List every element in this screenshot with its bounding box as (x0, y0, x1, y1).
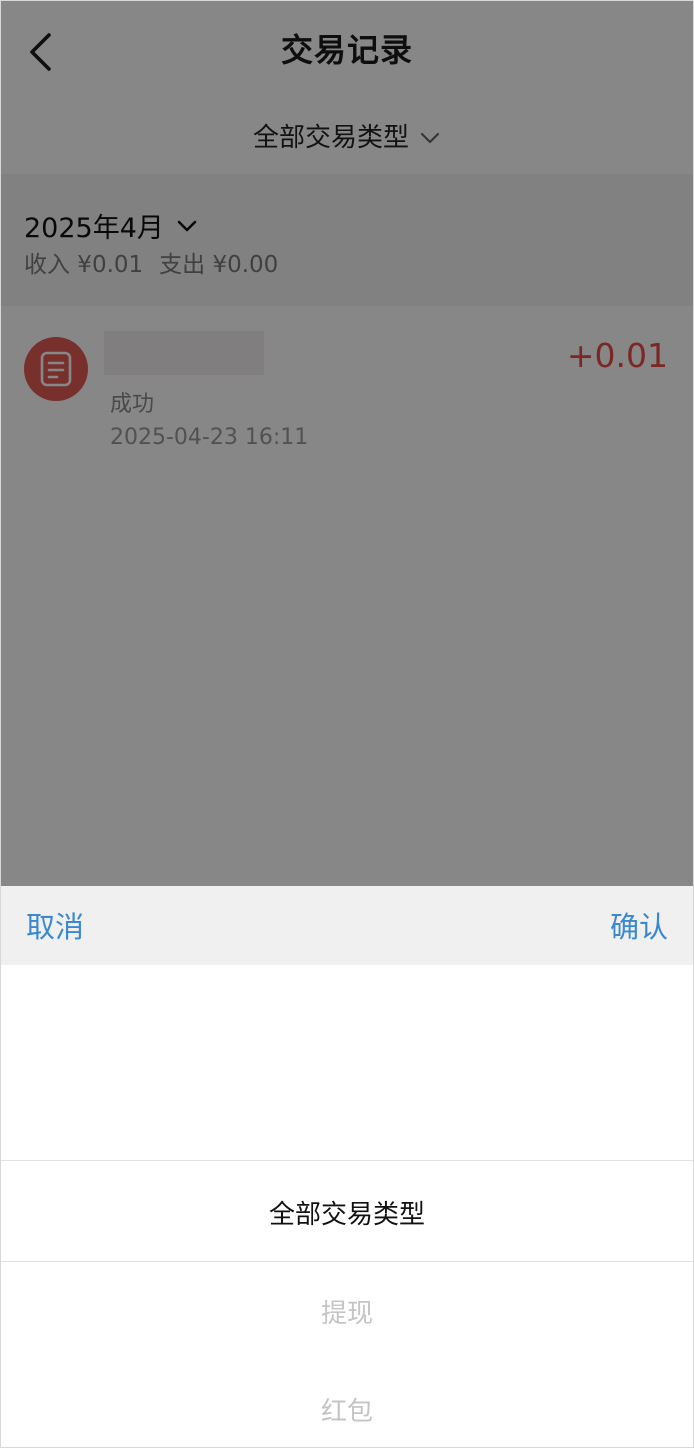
confirm-button[interactable]: 确认 (610, 904, 668, 946)
cancel-button[interactable]: 取消 (26, 904, 84, 946)
picker-option-red-packet[interactable]: 红包 (0, 1391, 694, 1428)
modal-overlay[interactable] (0, 0, 694, 886)
selection-top-line (0, 1160, 694, 1161)
picker-wheel[interactable]: 全部交易类型 提现 红包 (0, 965, 694, 1448)
transaction-records-page: 交易记录 全部交易类型 2025年4月 收入 ¥0.01支出 ¥0.00 成功 (0, 0, 694, 1448)
picker-option-withdraw[interactable]: 提现 (0, 1293, 694, 1330)
picker-toolbar: 取消 确认 (0, 886, 694, 965)
picker-option-all[interactable]: 全部交易类型 (0, 1194, 694, 1231)
type-picker-sheet: 取消 确认 全部交易类型 提现 红包 (0, 886, 694, 1448)
selection-bottom-line (0, 1261, 694, 1262)
